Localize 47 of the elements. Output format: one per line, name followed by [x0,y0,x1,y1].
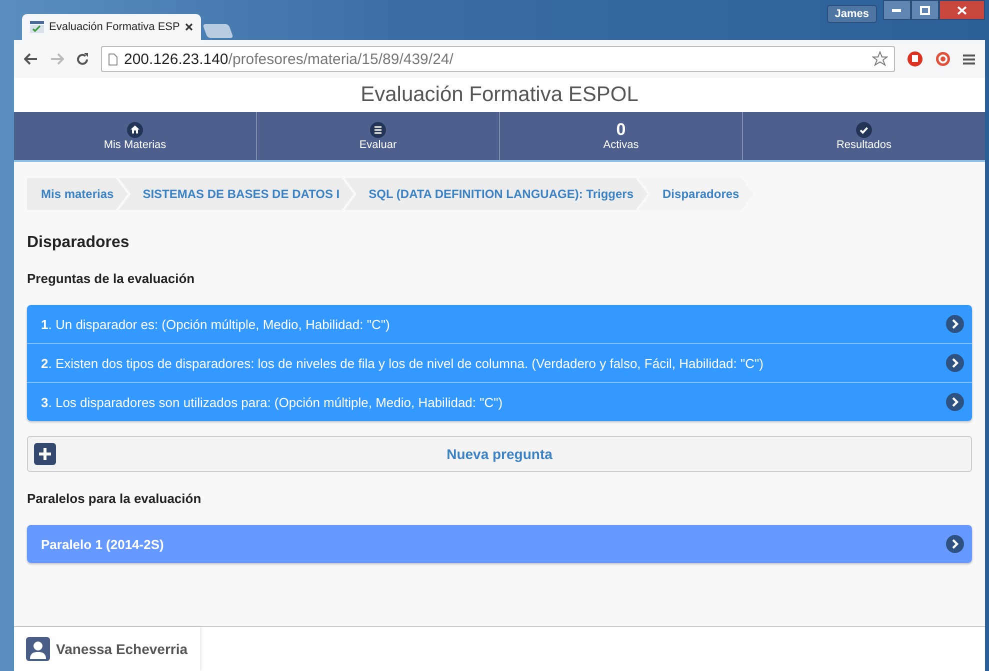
breadcrumb-item[interactable]: Mis materias [27,178,128,210]
breadcrumb-item[interactable]: SQL (DATA DEFINITION LANGUAGE): Triggers [344,178,648,210]
page-icon [30,21,44,33]
section-heading: Paralelos para la evaluación [27,491,202,506]
nav-item[interactable]: Evaluar [257,112,500,160]
close-icon [957,6,967,14]
reload-icon[interactable] [76,52,89,66]
breadcrumb-item[interactable]: Disparadores [638,178,754,210]
close-icon[interactable] [184,23,193,31]
close-button[interactable] [939,0,985,20]
menu-icon [370,122,386,138]
minimize-icon [892,8,902,12]
chevron-right-icon [946,535,964,553]
nav-item[interactable]: 0 Activas [500,112,743,160]
address-bar[interactable]: 200.126.23.140/profesores/materia/15/89/439/24/ [101,46,895,72]
star-icon[interactable] [872,51,888,67]
stop-icon[interactable] [907,51,923,67]
new-tab-button[interactable] [202,24,234,38]
group-item[interactable]: Paralelo 1 (2014-2S) [27,525,972,563]
maximize-button[interactable] [911,0,939,20]
check-icon [856,122,872,138]
page-title: Disparadores [27,234,130,252]
question-item[interactable]: 1. Un disparador es: (Opción múltiple, Medio, Habilidad: "C") [27,305,972,344]
home-icon [127,122,143,138]
section-heading: Preguntas de la evaluación [27,271,196,286]
chevron-right-icon [946,354,964,372]
app-title: Evaluación Formativa ESPOL [14,78,985,112]
nav-item[interactable]: Resultados [743,112,985,160]
new-question-button[interactable]: Nueva pregunta [27,436,972,472]
url-text: 200.126.23.140/profesores/materia/15/89/439/24/ [124,50,454,68]
page-icon [108,52,118,66]
chevron-right-icon [946,393,964,411]
question-item[interactable]: 2. Existen dos tipos de disparadores: los de niveles de fila y los de nivel de columna. (Verdadero y falso, Fácil, Habilidad: "C") [27,344,972,383]
extension-icon[interactable] [935,51,951,67]
nav-item[interactable]: Mis Materias [14,112,257,160]
question-item[interactable]: 3. Los disparadores son utilizados para: (Opción múltiple, Medio, Habilidad: "C") [27,383,972,421]
breadcrumb-item[interactable]: SISTEMAS DE BASES DE DATOS I [118,178,354,210]
minimize-button[interactable] [883,0,911,20]
maximize-icon [920,6,930,14]
back-icon[interactable] [24,53,38,65]
user-button[interactable]: James [826,5,877,23]
plus-icon [34,443,56,465]
menu-icon[interactable] [963,54,975,64]
user-profile[interactable]: Vanessa Echeverria [14,627,200,671]
chevron-right-icon [946,315,964,333]
browser-tab[interactable]: Evaluación Formativa ESP [22,14,201,40]
avatar-icon [26,637,50,661]
